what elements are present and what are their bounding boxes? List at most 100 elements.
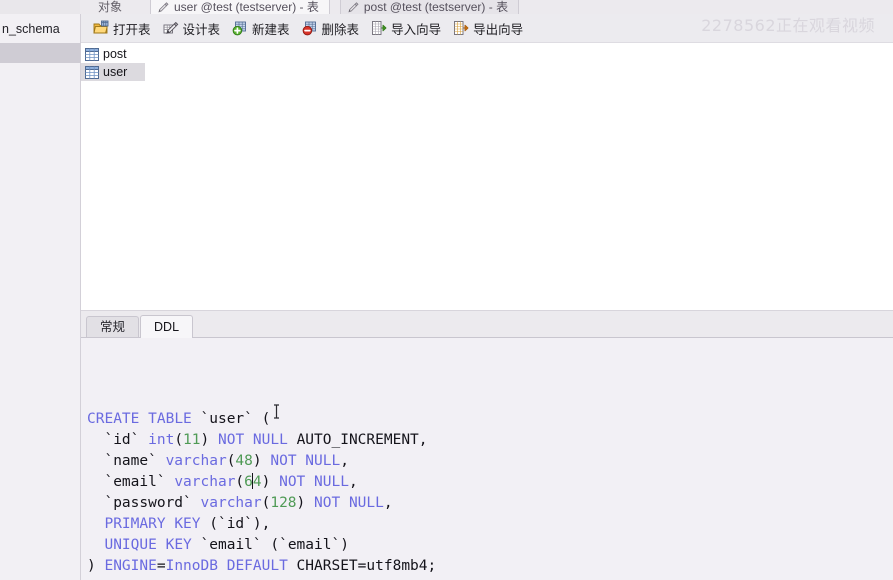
list-item-label: post: [103, 47, 127, 61]
import-wizard-button[interactable]: 导入向导: [365, 17, 447, 39]
ddl-token: =: [156, 558, 166, 574]
ddl-token: 48: [235, 453, 253, 469]
ddl-token: 4: [252, 474, 262, 490]
tabstrip-gap: [140, 0, 150, 14]
tabstrip-gap-2: [329, 0, 340, 14]
sidebar-schema-row[interactable]: n_schema: [0, 14, 81, 43]
list-item[interactable]: post: [81, 45, 145, 63]
ddl-token: `password`: [87, 495, 201, 511]
table-grid-icon: [85, 65, 99, 79]
ddl-token: NULL: [348, 495, 384, 511]
ddl-token: NULL: [314, 474, 349, 490]
ddl-token: [87, 537, 104, 553]
ddl-token: ): [252, 453, 271, 469]
ddl-token: DEFAULT: [226, 558, 288, 574]
ddl-token: `id`: [87, 432, 149, 448]
ddl-token: NOT: [217, 432, 245, 448]
toolbar-row: n_schema 打开表 设计表 新建表 删除表 导入向导 导出向导: [0, 14, 893, 43]
ddl-token: AUTO_INCREMENT,: [287, 432, 428, 448]
new-table-icon: [232, 21, 246, 36]
ddl-token: `name`: [87, 453, 166, 469]
detail-tab-bar: 常规 DDL: [81, 311, 893, 338]
ddl-token: [305, 474, 314, 490]
document-tab-post-label: post @test (testserver) - 表: [363, 0, 509, 14]
ddl-token: `email` (`email`): [191, 537, 349, 553]
ddl-token: UNIQUE: [104, 537, 157, 553]
open-table-button[interactable]: 打开表: [87, 17, 157, 39]
ddl-sql-editor[interactable]: CREATE TABLE `user` ( `id` int(11) NOT N…: [81, 338, 893, 580]
new-table-button[interactable]: 新建表: [226, 17, 296, 39]
ddl-token: InnoDB: [165, 558, 218, 574]
ddl-token: CHARSET=utf8mb4;: [287, 558, 437, 574]
delete-table-button[interactable]: 删除表: [296, 17, 366, 39]
ddl-line: UNIQUE KEY `email` (`email`): [87, 535, 893, 556]
table-list[interactable]: post user: [81, 43, 893, 311]
ddl-token: varchar: [165, 453, 227, 469]
ddl-token: [87, 516, 104, 532]
ddl-token: varchar: [174, 474, 236, 490]
sidebar-schema-label: n_schema: [2, 21, 60, 36]
ddl-line: `name` varchar(48) NOT NULL,: [87, 451, 893, 472]
ddl-token: [139, 411, 148, 427]
ddl-token: ,: [383, 495, 393, 511]
tab-general[interactable]: 常规: [86, 316, 140, 337]
export-wizard-button[interactable]: 导出向导: [447, 17, 529, 39]
delete-table-icon: [302, 21, 316, 36]
design-table-button[interactable]: 设计表: [157, 17, 227, 39]
ddl-token: [157, 537, 166, 553]
ddl-token: NOT: [314, 495, 341, 511]
ddl-line: ) ENGINE=InnoDB DEFAULT CHARSET=utf8mb4;: [87, 556, 893, 577]
ddl-token: NOT: [279, 474, 306, 490]
ddl-token: ): [87, 558, 105, 574]
ddl-token: ,: [348, 474, 358, 490]
document-tab-user[interactable]: user @test (testserver) - 表: [150, 0, 330, 14]
tab-object[interactable]: 对象: [80, 0, 140, 14]
ddl-token: ENGINE: [104, 558, 157, 574]
ddl-line: `email` varchar(64) NOT NULL,: [87, 472, 893, 493]
ddl-token: NULL: [305, 453, 341, 469]
table-design-pencil-icon: [348, 2, 359, 13]
list-item[interactable]: user: [81, 63, 145, 81]
ddl-line: CREATE TABLE `user` (: [87, 409, 893, 430]
ddl-token: 11: [183, 432, 201, 448]
ddl-token: int: [148, 432, 175, 448]
design-table-icon: [163, 21, 178, 34]
document-tab-post[interactable]: post @test (testserver) - 表: [339, 0, 520, 14]
table-design-pencil-icon: [158, 2, 169, 13]
ddl-line: PRIMARY KEY (`id`),: [87, 514, 893, 535]
navigator-selected-row[interactable]: [0, 43, 80, 63]
ddl-token: [297, 453, 306, 469]
ddl-line: `password` varchar(128) NOT NULL,: [87, 493, 893, 514]
ddl-token: ,: [340, 453, 349, 469]
list-item-label: user: [103, 65, 128, 79]
ddl-token: KEY: [174, 516, 201, 532]
open-table-label: 打开表: [113, 22, 151, 37]
ddl-token: 128: [270, 495, 297, 511]
delete-table-label: 删除表: [321, 22, 360, 37]
ddl-token: TABLE: [148, 411, 192, 427]
ddl-token: [166, 516, 175, 532]
ddl-token: NOT: [270, 453, 297, 469]
new-table-label: 新建表: [252, 22, 290, 37]
ddl-line: `id` int(11) NOT NULL AUTO_INCREMENT,: [87, 430, 893, 451]
document-tab-strip: 对象 user @test (testserver) - 表 post @tes…: [0, 0, 893, 14]
ddl-token: `user` (: [191, 411, 271, 427]
ddl-token: [218, 558, 227, 574]
ddl-token: ): [200, 432, 218, 448]
ddl-token: PRIMARY: [104, 516, 166, 532]
ddl-token: (`id`),: [200, 516, 271, 532]
ddl-token: NULL: [252, 432, 288, 448]
nav-main-window: 对象 user @test (testserver) - 表 post @tes…: [0, 0, 893, 580]
database-navigator-panel[interactable]: [0, 43, 81, 580]
ddl-token: [244, 432, 253, 448]
ddl-token: KEY: [165, 537, 192, 553]
tab-ddl[interactable]: DDL: [140, 315, 194, 338]
document-tab-user-label: user @test (testserver) - 表: [174, 0, 319, 14]
ddl-token: `email`: [87, 474, 175, 490]
design-table-label: 设计表: [182, 22, 221, 37]
ddl-token: [340, 495, 349, 511]
tabstrip-left-pad: [0, 0, 80, 14]
main-body: post user 常规 DDL CREATE TABLE `user` (`…: [0, 43, 893, 580]
table-object-pane: post user 常规 DDL CREATE TABLE `user` (`…: [81, 43, 893, 580]
ddl-token: (: [235, 474, 245, 490]
